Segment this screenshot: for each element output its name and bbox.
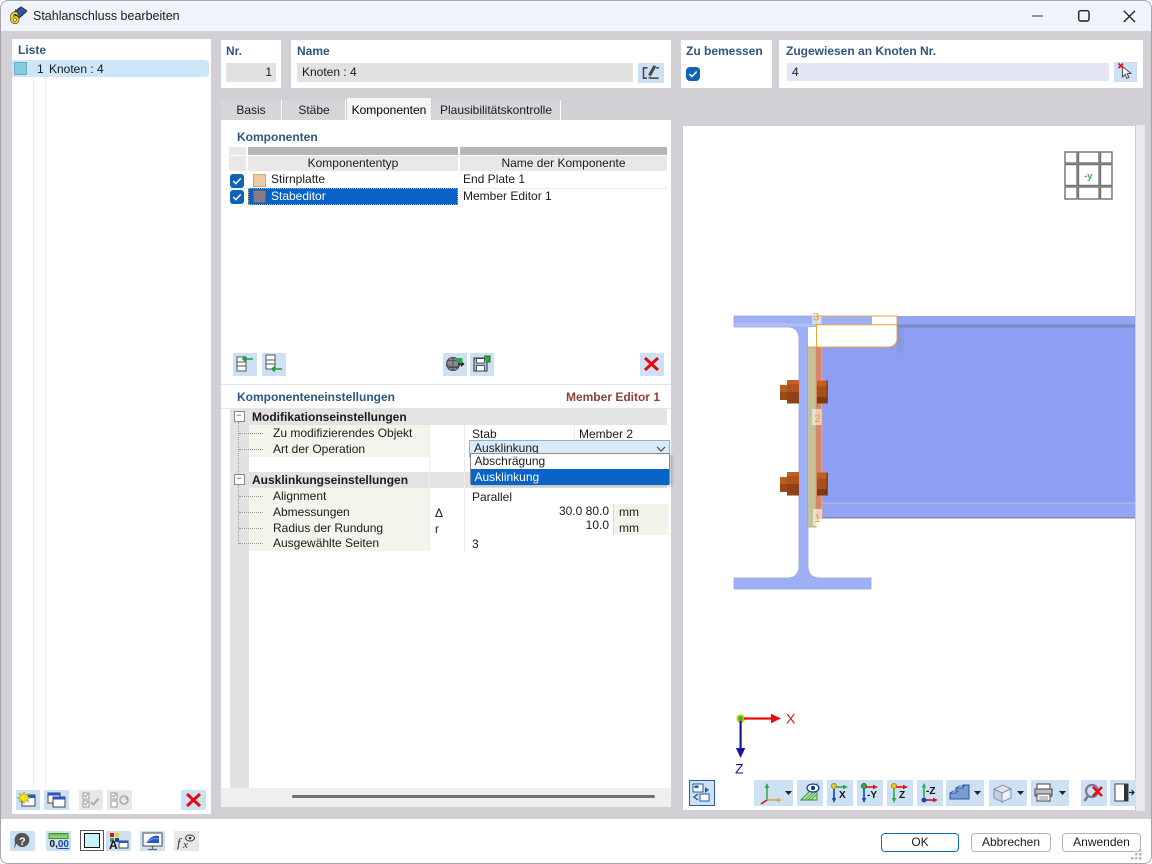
svg-text:6: 6 [10, 9, 19, 27]
svg-text:?: ? [19, 836, 26, 848]
svg-text:-Z: -Z [926, 786, 935, 797]
svg-text:A: A [109, 838, 118, 851]
svg-text:-Y: -Y [867, 790, 877, 801]
svg-text:Z: Z [735, 761, 744, 777]
svg-text:-y: -y [1084, 171, 1093, 182]
svg-text:0,00: 0,00 [50, 839, 70, 850]
svg-text:X: X [839, 790, 846, 801]
svg-text:3: 3 [813, 312, 819, 324]
svg-text:2: 2 [815, 413, 821, 425]
svg-text:X: X [786, 711, 796, 727]
svg-text:Z: Z [899, 790, 905, 801]
svg-text:1: 1 [815, 513, 821, 525]
